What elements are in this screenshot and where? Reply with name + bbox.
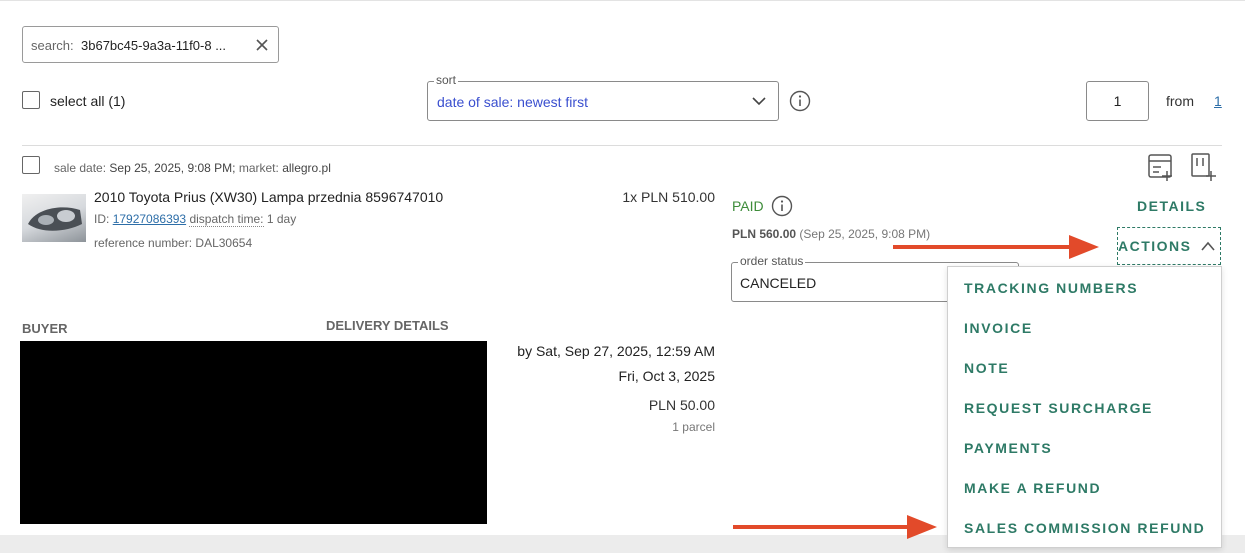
- list-divider: [22, 145, 1222, 146]
- search-prefix: search:: [31, 38, 74, 53]
- search-field[interactable]: search: 3b67bc45-9a3a-11f0-8 ...: [22, 26, 279, 63]
- add-invoice-icon[interactable]: [1147, 152, 1177, 182]
- details-button[interactable]: DETAILS: [1137, 198, 1206, 214]
- menu-item-payments[interactable]: PAYMENTS: [964, 440, 1052, 456]
- headlamp-image: [28, 207, 82, 231]
- product-thumbnail[interactable]: [22, 194, 86, 242]
- menu-item-make-refund[interactable]: MAKE A REFUND: [964, 480, 1101, 496]
- dispatch-time-label: dispatch time:: [189, 212, 264, 227]
- info-icon[interactable]: [771, 195, 793, 217]
- top-divider: [0, 0, 1245, 1]
- close-icon[interactable]: [254, 37, 270, 53]
- reference-label: reference number:: [94, 236, 193, 250]
- actions-label: ACTIONS: [1118, 238, 1192, 254]
- menu-item-tracking-numbers[interactable]: TRACKING NUMBERS: [964, 280, 1138, 296]
- market-label: market:: [238, 161, 279, 175]
- page-from-label: from: [1166, 93, 1194, 109]
- delivery-cost: PLN 50.00: [648, 397, 715, 413]
- order-status-value: CANCELED: [740, 275, 817, 291]
- item-title[interactable]: 2010 Toyota Prius (XW30) Lampa przednia …: [94, 189, 443, 205]
- sort-legend: sort: [434, 73, 459, 87]
- delivery-heading: DELIVERY DETAILS: [326, 318, 449, 333]
- redacted-buyer-info: [20, 341, 487, 524]
- select-all-checkbox[interactable]: [22, 91, 40, 109]
- annotation-arrow-icon: [893, 235, 1099, 259]
- order-meta: sale date: Sep 25, 2025, 9:08 PM; market…: [54, 161, 331, 175]
- order-checkbox[interactable]: [22, 156, 40, 174]
- id-label: ID:: [94, 212, 110, 226]
- sale-date-label: sale date:: [54, 161, 107, 175]
- item-id-link[interactable]: 17927086393: [113, 212, 186, 226]
- menu-item-note[interactable]: NOTE: [964, 360, 1009, 376]
- select-all-label[interactable]: select all (1): [50, 93, 125, 109]
- market-name: allegro.pl: [282, 161, 331, 175]
- item-ids: ID: 17927086393 dispatch time: 1 day: [94, 212, 297, 227]
- delivery-date: Fri, Oct 3, 2025: [618, 368, 715, 384]
- sort-select[interactable]: sort date of sale: newest first: [427, 73, 779, 121]
- actions-button[interactable]: ACTIONS: [1117, 227, 1221, 265]
- dispatch-time-value: 1 day: [266, 212, 297, 226]
- reference-number: DAL30654: [195, 236, 253, 250]
- actions-menu: TRACKING NUMBERS INVOICE NOTE REQUEST SU…: [947, 266, 1222, 548]
- sale-date: Sep 25, 2025, 9:08 PM;: [109, 161, 236, 175]
- menu-item-request-surcharge[interactable]: REQUEST SURCHARGE: [964, 400, 1153, 416]
- menu-item-sales-commission-refund[interactable]: SALES COMMISSION REFUND: [964, 520, 1205, 536]
- sort-value: date of sale: newest first: [437, 94, 588, 110]
- quantity-price: 1x PLN 510.00: [622, 189, 715, 205]
- buyer-heading: BUYER: [22, 321, 68, 336]
- payment-status-badge: PAID: [732, 198, 764, 214]
- delivery-by-date: by Sat, Sep 27, 2025, 12:59 AM: [517, 343, 715, 359]
- total-amount: PLN 560.00: [732, 227, 797, 241]
- reference-line: reference number: DAL30654: [94, 236, 252, 250]
- info-icon[interactable]: [789, 90, 811, 112]
- page-number-input[interactable]: 1: [1086, 81, 1149, 121]
- order-status-legend: order status: [738, 254, 806, 268]
- chevron-down-icon: [752, 97, 766, 106]
- chevron-up-icon: [1201, 241, 1215, 251]
- menu-item-invoice[interactable]: INVOICE: [964, 320, 1033, 336]
- annotation-arrow-icon: [733, 515, 937, 539]
- parcel-count: 1 parcel: [672, 420, 715, 434]
- search-value[interactable]: 3b67bc45-9a3a-11f0-8 ...: [81, 38, 226, 53]
- total-pages-link[interactable]: 1: [1214, 93, 1222, 109]
- add-label-icon[interactable]: [1189, 152, 1219, 182]
